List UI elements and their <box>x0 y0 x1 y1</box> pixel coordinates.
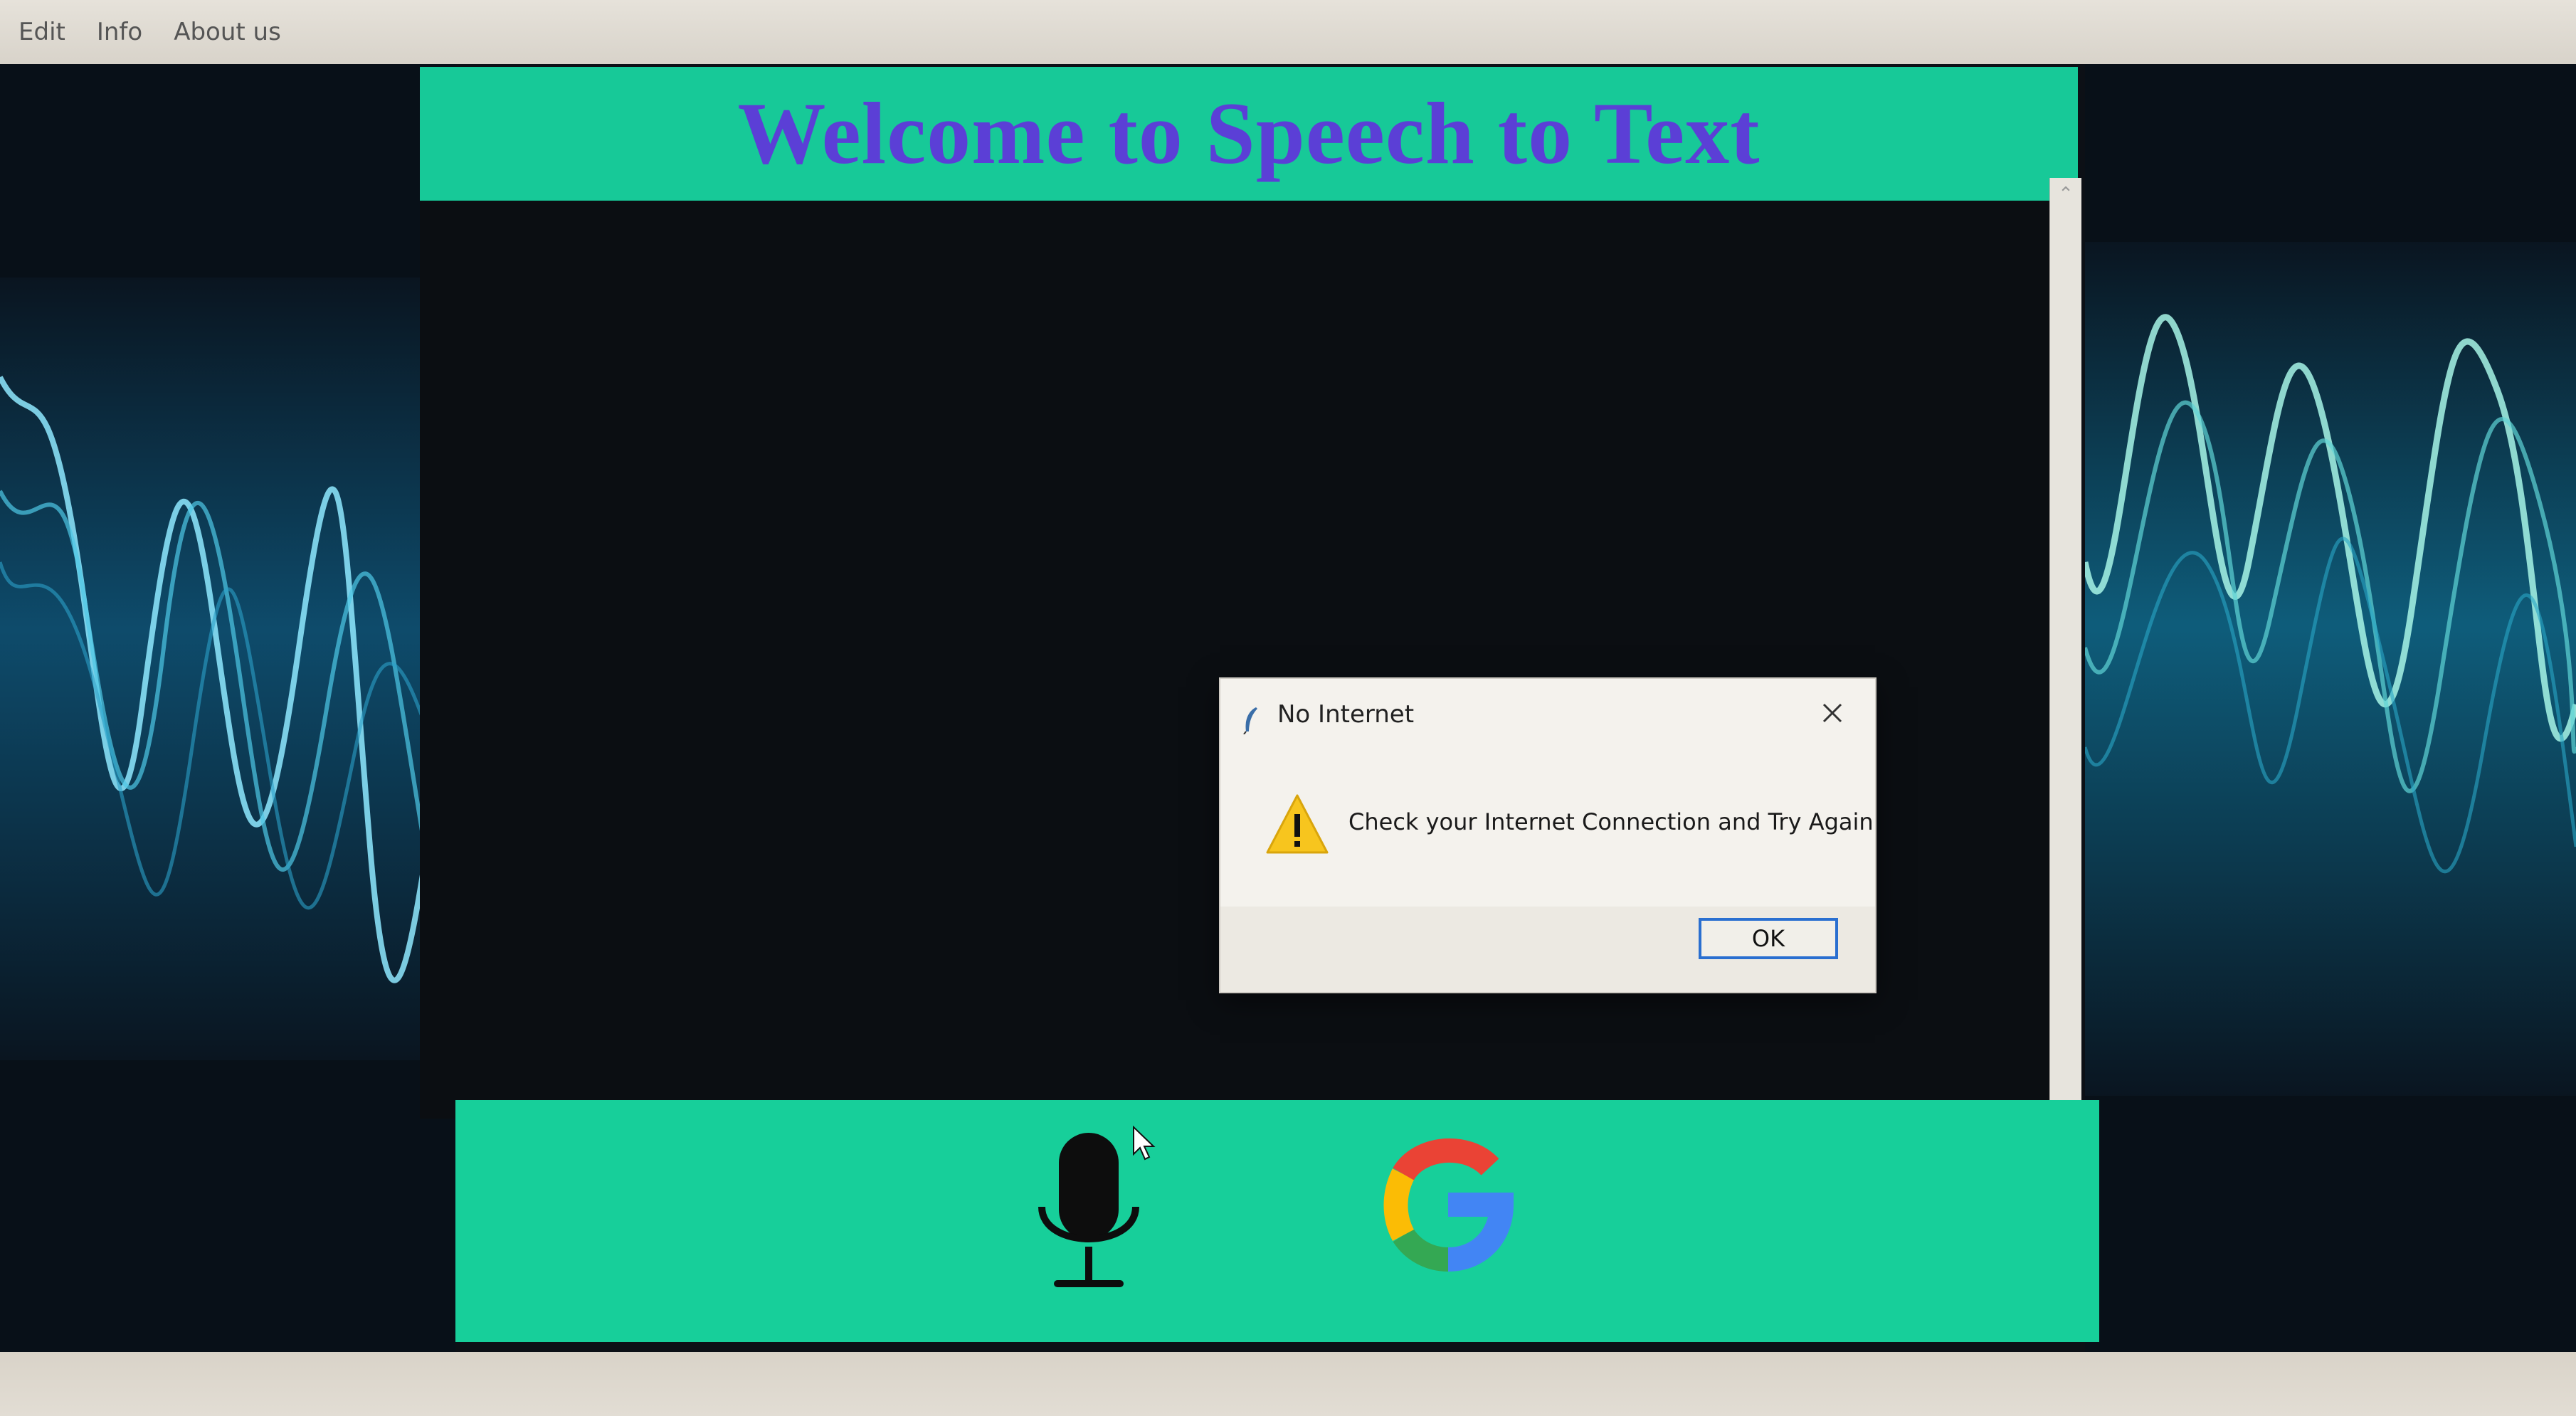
dialog-message: Check your Internet Connection and Try A… <box>1348 808 1874 835</box>
menu-info[interactable]: Info <box>97 18 142 46</box>
menu-bar: Edit Info About us <box>0 0 2576 64</box>
microphone-button[interactable] <box>1032 1129 1146 1296</box>
dialog-title: No Internet <box>1277 700 1415 729</box>
app-title: Welcome to Speech to Text <box>737 85 1761 182</box>
microphone-icon <box>1038 1133 1139 1287</box>
title-banner: Welcome to Speech to Text <box>420 67 2078 201</box>
mouse-cursor-icon <box>1133 1126 1156 1161</box>
sound-wave-background-right <box>2085 64 2576 1352</box>
warning-icon <box>1266 794 1329 854</box>
dialog-titlebar: No Internet <box>1220 679 1875 750</box>
menu-edit[interactable]: Edit <box>19 18 65 46</box>
no-internet-dialog: No Internet Check your Internet Connecti… <box>1220 679 1875 992</box>
feather-icon <box>1243 707 1257 734</box>
google-search-button[interactable] <box>1381 1137 1516 1272</box>
desktop-screen: Edit Info About us Welcome to Speech to … <box>0 0 2576 1352</box>
close-icon[interactable] <box>1818 699 1847 727</box>
menu-about-us[interactable]: About us <box>174 18 281 46</box>
vertical-scrollbar[interactable]: ⌃ ⌄ <box>2049 178 2081 1124</box>
desk-surface <box>0 1352 2576 1416</box>
google-g-icon <box>1383 1138 1514 1272</box>
bottom-toolbar <box>455 1100 2099 1342</box>
scroll-up-icon[interactable]: ⌃ <box>2050 179 2081 208</box>
sound-wave-background-left <box>0 64 455 1352</box>
ok-button[interactable]: OK <box>1699 918 1838 959</box>
